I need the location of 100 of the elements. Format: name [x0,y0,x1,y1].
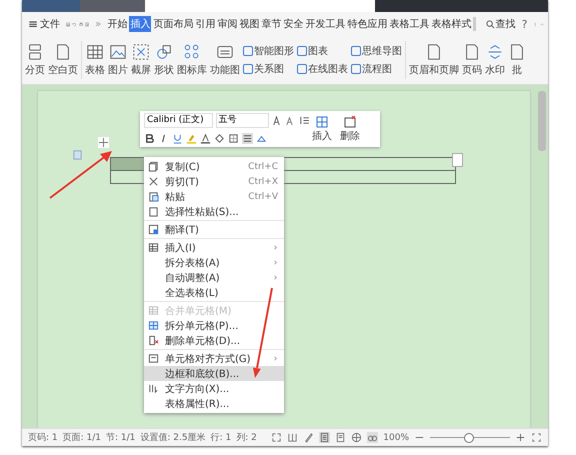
ribbon-tab[interactable]: 视图 [239,16,260,32]
border-icon[interactable] [228,132,239,144]
paste-icon [148,191,159,202]
page-break-icon [26,43,44,61]
translate-icon [148,224,159,235]
book-icon[interactable] [287,432,298,443]
table-insert-icon [315,115,329,129]
ribbon-button[interactable]: 功能图 [209,43,241,77]
pen-icon[interactable] [303,432,314,443]
ribbon-tab[interactable]: 开发工具 [305,16,346,32]
page-icon [463,43,481,61]
fullscreen-icon[interactable] [271,432,282,443]
ribbon-button[interactable]: 图标库 [176,43,208,77]
zoom-in-icon[interactable] [515,432,526,443]
menu-item[interactable]: 拆分表格(A) [144,255,284,270]
ribbon-button[interactable]: 截屏 [130,43,152,77]
circles-icon [183,43,201,61]
square-icon [351,46,361,56]
status-text: 设置值: 2.5厘米 [140,432,206,444]
search-button[interactable]: 查找 [486,17,516,31]
screenshot-icon [132,43,150,61]
font-size-field[interactable]: 五号 [216,112,269,128]
menu-item[interactable]: 边框和底纹(B)... [144,366,284,381]
ribbon-button[interactable]: 表格 [84,43,106,77]
insert-button[interactable]: 插入 [310,115,334,143]
page-icon [425,43,443,61]
zoom-slider[interactable] [464,433,474,443]
ribbon-button[interactable]: 页码 [461,43,483,77]
table-icon [148,242,159,253]
menu-item[interactable]: 表格属性(R)... [144,396,284,411]
underline-icon[interactable] [172,132,183,144]
line-spacing-icon[interactable] [299,114,310,126]
ribbon-button[interactable]: 智能图形 [242,44,295,58]
ribbon-tab[interactable]: 特色应用 [347,16,388,32]
font-color-icon[interactable] [200,132,211,144]
square-icon [351,64,361,74]
file-menu-button[interactable]: ≡ 文件 [26,17,64,31]
ribbon-tab[interactable]: 页面布局 [153,16,194,32]
ribbon-button[interactable]: 在线图表 [296,62,349,76]
ribbon-button[interactable]: 图表 [296,44,349,58]
menu-item[interactable]: 粘贴 Ctrl+V [144,189,284,204]
menu-item[interactable]: 全选表格(L) [144,285,284,300]
menu-item[interactable]: 复制(C) Ctrl+C [144,159,284,174]
bold-icon[interactable] [144,132,155,144]
copy-icon [148,161,159,172]
ribbon-tab[interactable]: 插入 [129,16,152,32]
ribbon-button[interactable]: 关系图 [242,62,295,76]
help-button[interactable]: ? [518,18,532,30]
square-icon [297,64,307,74]
ribbon-tab[interactable]: 章节 [261,16,282,32]
ribbon-button[interactable]: 分页 [24,43,46,77]
page-view-icon[interactable] [319,432,330,443]
shapes-icon [155,43,173,61]
menu-item[interactable]: 删除单元格(D)... [144,333,284,348]
ribbon-tab[interactable]: 引用 [195,16,216,32]
ribbon-button[interactable]: 图片 [107,43,129,77]
ribbon-button[interactable]: 水印 [484,43,506,77]
page-icon [508,43,526,61]
grow-font-icon[interactable] [272,114,282,126]
square-icon [297,46,307,56]
text-direction-icon [148,383,159,394]
zoom-level-dropdown[interactable]: 100% [383,432,409,442]
font-field[interactable]: Calibri (正文) [144,112,213,128]
fill-icon[interactable] [214,132,225,144]
menu-item[interactable]: 插入(I) [144,240,284,255]
vertical-scrollbar[interactable] [538,91,546,151]
ribbon-tab[interactable]: 表格工具 [389,16,430,32]
web-icon[interactable] [351,432,362,443]
move-handle-icon[interactable] [98,137,109,148]
menu-item[interactable]: 剪切(T) Ctrl+X [144,174,284,189]
ribbon-button[interactable]: 形状 [153,43,175,77]
outline-icon[interactable] [335,432,346,443]
align-icon[interactable] [242,132,253,144]
eye-care-icon[interactable] [367,432,378,443]
ribbon-button[interactable]: 空白页 [47,43,79,77]
menu-item[interactable]: 翻译(T) [144,222,284,237]
arrow-annotation [49,151,112,199]
ribbon-button[interactable]: 思维导图 [350,44,403,58]
menu-item[interactable]: 单元格对齐方式(G) [144,351,284,366]
ribbon-button[interactable]: 流程图 [350,62,403,76]
menu-item[interactable]: 拆分单元格(P)... [144,318,284,333]
status-text: 页面: 1/1 [62,432,102,444]
ribbon-button[interactable]: 批 [507,43,527,77]
menu-item[interactable]: 选择性粘贴(S)... [144,204,284,219]
align-icon [148,353,159,364]
fit-icon[interactable] [531,432,542,443]
add-column-button[interactable] [452,153,463,167]
ribbon-tab[interactable]: 安全 [283,16,304,32]
table-delete-icon [343,115,357,129]
menu-item[interactable]: 文字方向(X)... [144,381,284,396]
search-icon [486,20,495,28]
ribbon-tab[interactable]: 审阅 [217,16,238,32]
delete-button[interactable]: 删除 [338,115,362,143]
cut-icon [148,176,159,187]
menu-item[interactable]: 自动调整(A) [144,270,284,285]
ribbon-tab[interactable]: 表格样式 [431,16,472,32]
ribbon-tab[interactable]: 开始 [107,16,128,32]
status-text: 行: 1 [210,432,232,444]
ribbon-button[interactable]: 页眉和页脚 [408,43,460,77]
square-icon [243,46,253,56]
